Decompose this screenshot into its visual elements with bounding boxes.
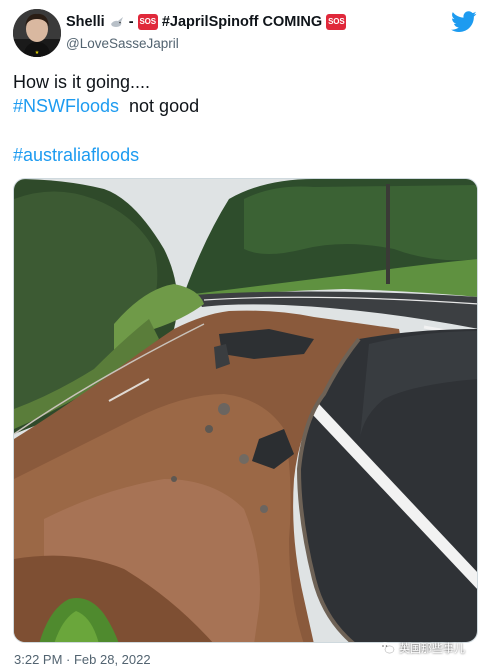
tweet-photo[interactable] <box>13 178 478 643</box>
display-name[interactable]: Shelli - SOS #JaprilSpinoff COMING SOS <box>66 14 347 30</box>
watermark: 英国那些事儿 <box>379 640 465 656</box>
twitter-bird-icon[interactable] <box>451 11 477 33</box>
tweet-timestamp[interactable]: 3:22 PM · Feb 28, 2022 <box>14 652 151 667</box>
tweet-line-1: How is it going.... <box>13 72 151 92</box>
tweet-line-2: #NSWFloods not good <box>13 94 199 118</box>
svg-text:★: ★ <box>35 50 40 56</box>
user-handle[interactable]: @LoveSasseJapril <box>66 36 179 51</box>
tweet-card: ★ Shelli - SOS #JaprilSpinoff COMING SOS… <box>0 0 487 670</box>
hashtag-nswfloods[interactable]: #NSWFloods <box>13 96 119 116</box>
watermark-text: 英国那些事儿 <box>399 643 465 655</box>
tweet-text: How is it going.... #NSWFloods not good <box>13 70 199 118</box>
tweet-line-2-text: not good <box>119 96 200 116</box>
display-name-text: Shelli <box>66 14 105 30</box>
avatar[interactable]: ★ <box>13 9 61 57</box>
display-name-suffix: #JaprilSpinoff COMING <box>161 14 323 30</box>
wechat-icon <box>379 641 395 655</box>
sos-icon: SOS <box>326 14 347 30</box>
sos-icon: SOS <box>137 14 158 30</box>
hashtag-australiafloods[interactable]: #australiafloods <box>13 143 139 167</box>
name-separator: - <box>128 14 134 30</box>
dove-icon <box>109 15 125 29</box>
